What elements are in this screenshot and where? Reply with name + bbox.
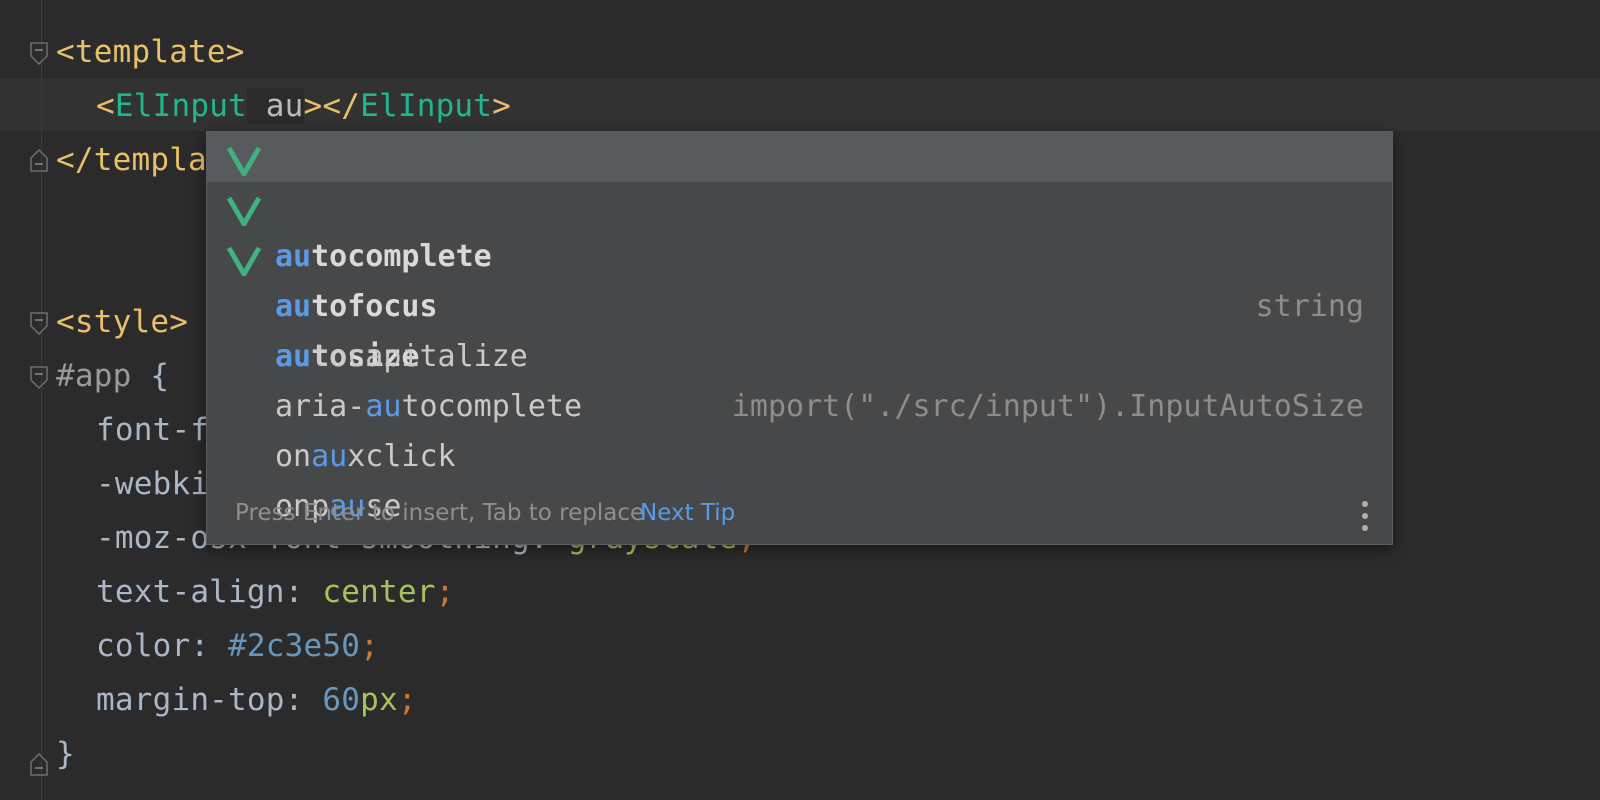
- token-property: -webki: [96, 466, 210, 502]
- code-line: <style>: [56, 295, 188, 350]
- token-attribute: au: [246, 88, 304, 124]
- token-property: font-f: [96, 412, 210, 448]
- code-line: }: [56, 727, 75, 782]
- more-options-icon[interactable]: [1360, 499, 1370, 531]
- insert-hint: Press Enter to insert, Tab to replace: [235, 500, 645, 526]
- token-property: margin-top:: [96, 682, 323, 718]
- fold-open-icon[interactable]: [30, 366, 48, 390]
- next-tip-link[interactable]: Next Tip: [640, 500, 735, 526]
- token-number: 60: [322, 682, 361, 718]
- code-line: -webki: [96, 457, 209, 512]
- token: ></: [303, 88, 361, 124]
- completion-item[interactable]: autosize import("./src/input").InputAuto…: [207, 232, 1392, 424]
- code-line: font-f: [96, 403, 209, 458]
- completion-item[interactable]: autocapitalize: [207, 282, 1392, 374]
- code-line: #app {: [56, 349, 169, 404]
- token: ;: [360, 628, 379, 664]
- token: ;: [435, 574, 455, 610]
- fold-close-icon[interactable]: [30, 752, 48, 776]
- token: {: [131, 358, 170, 394]
- token-tag: templa: [93, 142, 207, 178]
- completion-popup[interactable]: autocomplete string autofocus autosize i…: [206, 131, 1393, 545]
- token: >: [492, 88, 512, 124]
- token: ;: [397, 682, 417, 718]
- token-value: center: [322, 574, 436, 610]
- token: <: [56, 34, 75, 70]
- completion-item[interactable]: autocomplete string: [207, 132, 1392, 324]
- vue-icon: [226, 192, 262, 230]
- token: >: [225, 34, 245, 70]
- gutter-divider: [41, 0, 42, 800]
- token: <: [56, 304, 75, 340]
- completion-item[interactable]: aria-autocomplete: [207, 332, 1392, 424]
- token-unit: px: [360, 682, 398, 718]
- fold-open-icon[interactable]: [30, 42, 48, 66]
- vue-icon: [226, 242, 262, 280]
- completion-item[interactable]: onpause: [207, 432, 1392, 524]
- token-value: #2c3e50: [228, 628, 361, 664]
- token: }: [56, 736, 75, 772]
- token-tag: style: [74, 304, 170, 340]
- code-line: margin-top: 60px;: [96, 673, 417, 728]
- token-property: color:: [96, 628, 229, 664]
- fold-close-icon[interactable]: [30, 148, 48, 172]
- code-line: text-align: center;: [96, 565, 454, 620]
- token: >: [169, 304, 189, 340]
- vue-icon: [226, 142, 262, 180]
- token-tag: template: [74, 34, 226, 70]
- token: <: [96, 88, 115, 124]
- completion-item[interactable]: onauxclick: [207, 382, 1392, 474]
- token-component: ElInput: [114, 88, 247, 124]
- token: </: [56, 142, 94, 178]
- token-component: ElInput: [360, 88, 493, 124]
- code-line: </templa: [56, 133, 207, 188]
- code-line-current: <ElInput au></ElInput>: [96, 79, 511, 134]
- token-selector: #app: [56, 358, 132, 394]
- completion-footer: Press Enter to insert, Tab to replace Ne…: [207, 484, 1392, 544]
- code-line: color: #2c3e50;: [96, 619, 379, 674]
- fold-open-icon[interactable]: [30, 312, 48, 336]
- code-line: <template>: [56, 25, 245, 80]
- completion-item[interactable]: autofocus: [207, 182, 1392, 324]
